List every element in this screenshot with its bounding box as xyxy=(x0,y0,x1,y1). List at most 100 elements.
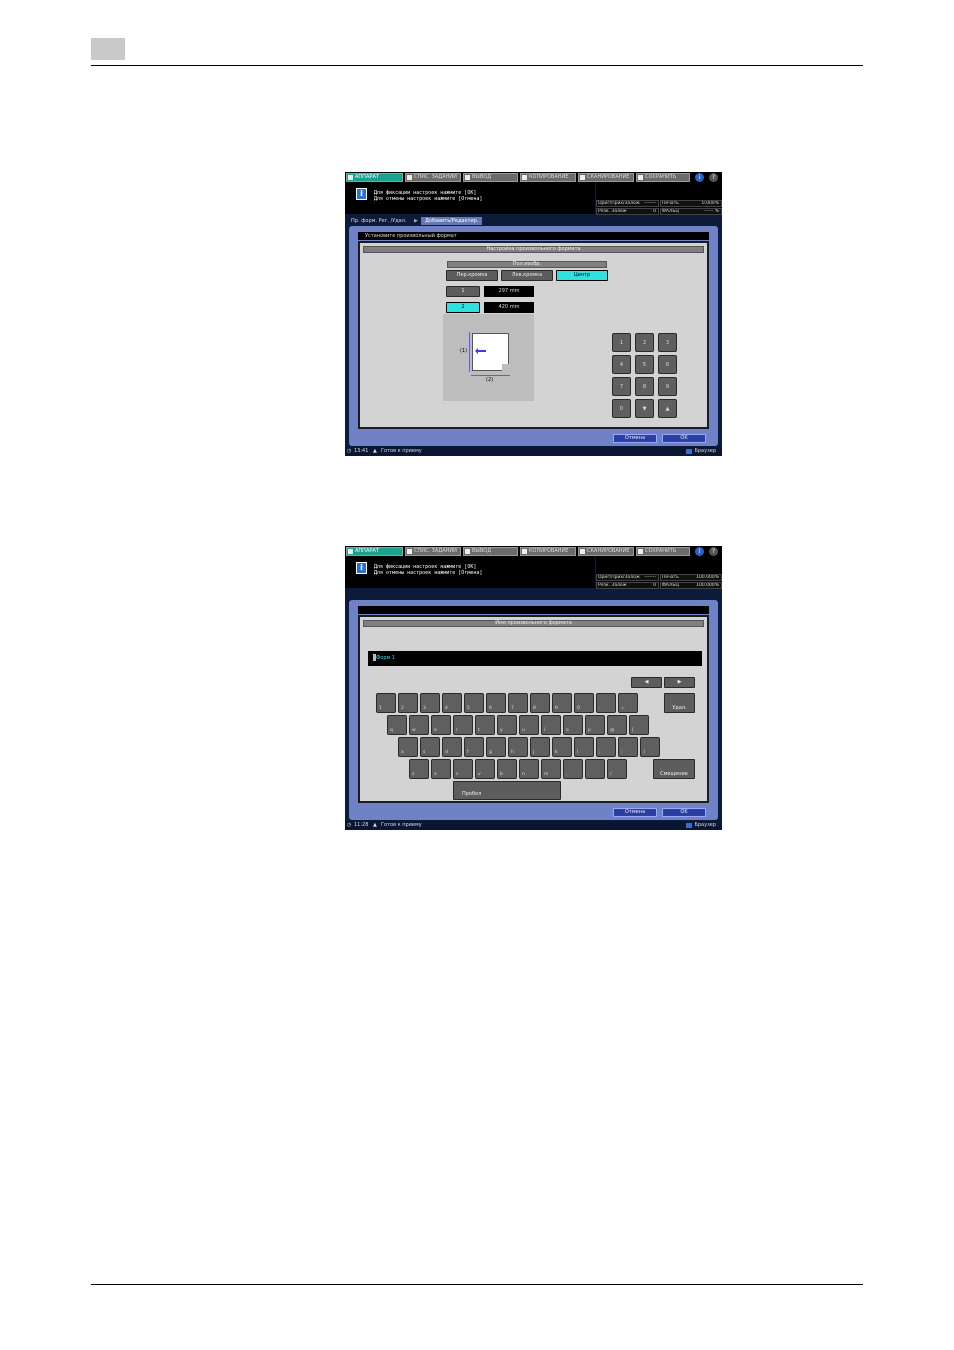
keyboard-key[interactable]: m xyxy=(541,759,561,779)
keyboard-key[interactable]: j xyxy=(530,737,550,757)
info-icon[interactable]: i xyxy=(695,547,704,556)
keyboard-key-label: 9 xyxy=(555,706,558,711)
name-input[interactable]: Форм 1 xyxy=(368,651,702,666)
keyboard-key[interactable]: u xyxy=(519,715,539,735)
keyboard-key[interactable]: . xyxy=(585,759,605,779)
center-button[interactable]: Центр xyxy=(556,270,608,281)
tab-machine[interactable]: АППАРАТ xyxy=(346,173,403,182)
status-original: Ориг/Прих/Залож ------- xyxy=(596,200,659,207)
keyboard-key[interactable]: b xyxy=(497,759,517,779)
keyboard-key[interactable]: [ xyxy=(629,715,649,735)
keyboard-key[interactable]: y xyxy=(497,715,517,735)
tab-store[interactable]: СОХРАНИТЬ xyxy=(636,547,690,556)
keyboard-key[interactable]: k xyxy=(552,737,572,757)
keypad-up-button[interactable]: ▲ xyxy=(658,399,677,418)
keyboard-key[interactable]: v xyxy=(475,759,495,779)
left-edge-button[interactable]: Лев.кромка xyxy=(501,270,553,281)
clock-icon: ◷ xyxy=(347,448,352,454)
keypad-key[interactable]: 6 xyxy=(658,355,677,374)
keyboard-key[interactable]: @ xyxy=(607,715,627,735)
browser-button[interactable]: Браузер xyxy=(686,822,716,829)
info-icon[interactable]: i xyxy=(695,173,704,182)
lead-edge-button[interactable]: Пер.кромка xyxy=(446,270,498,281)
keyboard-key[interactable]: / xyxy=(607,759,627,779)
keyboard-key[interactable]: 2 xyxy=(398,693,418,713)
keyboard-key[interactable]: ; xyxy=(596,737,616,757)
keypad-key[interactable]: 0 xyxy=(612,399,631,418)
keyboard-key[interactable]: h xyxy=(508,737,528,757)
keyboard-key-label: n xyxy=(522,772,525,777)
keypad-down-button[interactable]: ▼ xyxy=(635,399,654,418)
keyboard-key[interactable]: 8 xyxy=(530,693,550,713)
tab-scan[interactable]: СКАНИРОВАНИЕ xyxy=(578,547,634,556)
tab-job-list[interactable]: СПИС. ЗАДАНИЙ xyxy=(405,173,461,182)
tab-scan[interactable]: СКАНИРОВАНИЕ xyxy=(578,173,634,182)
keyboard-key[interactable]: 9 xyxy=(552,693,572,713)
browser-button[interactable]: Браузер xyxy=(686,448,716,455)
keyboard-key[interactable]: 6 xyxy=(486,693,506,713)
keypad-key[interactable]: 5 xyxy=(635,355,654,374)
keyboard-key[interactable]: a xyxy=(398,737,418,757)
tab-copy[interactable]: КОПИРОВАНИЕ xyxy=(520,173,576,182)
delete-button[interactable]: Удал. xyxy=(664,693,695,713)
cursor-right-button[interactable]: ▶ xyxy=(664,677,695,688)
space-button[interactable]: Пробел xyxy=(453,781,561,800)
keyboard-key[interactable]: t xyxy=(475,715,495,735)
breadcrumb-item-current[interactable]: Добавить/Редактир. xyxy=(421,217,483,225)
keyboard-key[interactable]: g xyxy=(486,737,506,757)
tab-job-list[interactable]: СПИС. ЗАДАНИЙ xyxy=(405,547,461,556)
keyboard-key[interactable]: 7 xyxy=(508,693,528,713)
shift-button[interactable]: Смещение xyxy=(653,759,695,779)
keypad-key[interactable]: 7 xyxy=(612,377,631,396)
keyboard-key[interactable]: z xyxy=(409,759,429,779)
printer-icon: ▲ xyxy=(373,822,377,828)
keyboard-key[interactable]: : xyxy=(618,737,638,757)
keyboard-key[interactable]: p xyxy=(585,715,605,735)
tab-store[interactable]: СОХРАНИТЬ xyxy=(636,173,690,182)
keypad-key[interactable]: 9 xyxy=(658,377,677,396)
cancel-button[interactable]: Отмена xyxy=(613,434,657,443)
keypad-key[interactable]: 8 xyxy=(635,377,654,396)
cancel-button[interactable]: Отмена xyxy=(613,808,657,817)
status-print: Печать 100.000% xyxy=(660,574,722,581)
tab-machine[interactable]: АППАРАТ xyxy=(346,547,403,556)
keyboard-key[interactable]: ] xyxy=(640,737,660,757)
keyboard-key[interactable]: o xyxy=(563,715,583,735)
keyboard-key[interactable]: 0 xyxy=(574,693,594,713)
keyboard-key[interactable]: 4 xyxy=(442,693,462,713)
keyboard-key[interactable]: = xyxy=(618,693,638,713)
ok-button[interactable]: OK xyxy=(662,808,706,817)
dimension-1-button[interactable]: 1 xyxy=(446,286,480,297)
keyboard-key[interactable]: - xyxy=(596,693,616,713)
keypad-key[interactable]: 3 xyxy=(658,333,677,352)
keyboard-key[interactable]: l xyxy=(574,737,594,757)
header-rule xyxy=(91,65,863,66)
keyboard-key[interactable]: i xyxy=(541,715,561,735)
keyboard-key[interactable]: q xyxy=(387,715,407,735)
keyboard-key[interactable]: n xyxy=(519,759,539,779)
keyboard-key[interactable]: 5 xyxy=(464,693,484,713)
ok-button[interactable]: OK xyxy=(662,434,706,443)
dimension-2-button[interactable]: 2 xyxy=(446,302,480,313)
tab-output[interactable]: ВЫВОД xyxy=(463,173,518,182)
keyboard-key[interactable]: 3 xyxy=(420,693,440,713)
keyboard-key[interactable]: x xyxy=(431,759,451,779)
breadcrumb-item[interactable]: Пр. форм. Рег. /Удал. xyxy=(351,217,407,225)
keyboard-key[interactable]: d xyxy=(442,737,462,757)
keyboard-key[interactable]: , xyxy=(563,759,583,779)
tab-output[interactable]: ВЫВОД xyxy=(463,547,518,556)
keyboard-key[interactable]: s xyxy=(420,737,440,757)
help-icon[interactable]: ? xyxy=(709,173,718,182)
keyboard-key[interactable]: e xyxy=(431,715,451,735)
keyboard-key[interactable]: 1 xyxy=(376,693,396,713)
keyboard-key[interactable]: r xyxy=(453,715,473,735)
keypad-key[interactable]: 2 xyxy=(635,333,654,352)
keypad-key[interactable]: 4 xyxy=(612,355,631,374)
keyboard-key[interactable]: c xyxy=(453,759,473,779)
keyboard-key[interactable]: w xyxy=(409,715,429,735)
keyboard-key[interactable]: f xyxy=(464,737,484,757)
cursor-left-button[interactable]: ◀ xyxy=(631,677,662,688)
help-icon[interactable]: ? xyxy=(709,547,718,556)
tab-copy[interactable]: КОПИРОВАНИЕ xyxy=(520,547,576,556)
keypad-key[interactable]: 1 xyxy=(612,333,631,352)
